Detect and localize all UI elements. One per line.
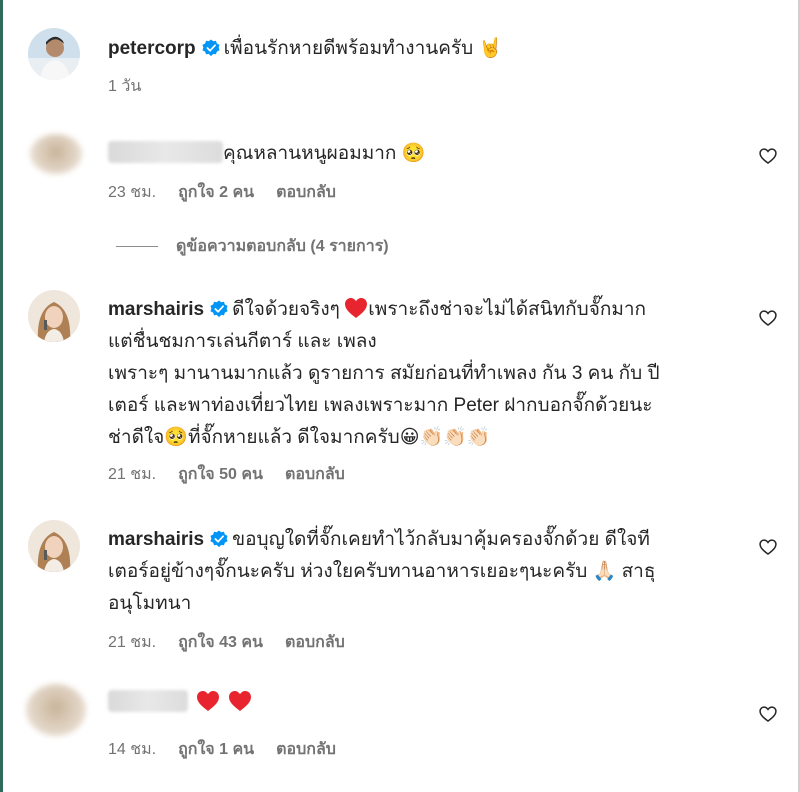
post-caption-text: เพื่อนรักหายดีพร้อมทำงานครับ 🤘 — [223, 38, 503, 59]
avatar[interactable] — [26, 684, 86, 736]
avatar[interactable] — [28, 520, 80, 572]
comment-text-line: แต่ชื่นชมการเล่นกีตาร์ และ เพลง — [108, 331, 377, 352]
comment-text-line: ช่าดีใจ🥺ที่จั๊กหายแล้ว ดีใจมากครับ😀👏🏻👏🏻👏… — [108, 427, 491, 448]
red-heart-icon — [197, 691, 219, 711]
view-replies-button[interactable]: ดูข้อความตอบกลับ (4 รายการ) — [116, 234, 389, 259]
comment-likes-link[interactable]: ถูกใจ 1 คน — [178, 737, 254, 762]
avatar[interactable] — [28, 28, 80, 80]
comment-text-line: ดีใจด้วยจริงๆ — [232, 299, 340, 320]
comment-text-line: เพราะๆ มานานมากแล้ว ดูรายการ สมัยก่อนที่… — [108, 363, 660, 384]
comment-time: 23 ชม. — [108, 184, 157, 201]
avatar[interactable] — [30, 134, 82, 174]
heart-outline-icon[interactable] — [758, 704, 778, 724]
window-edge-left — [0, 0, 3, 792]
reply-button[interactable]: ตอบกลับ — [276, 180, 336, 205]
reply-button[interactable]: ตอบกลับ — [285, 462, 345, 487]
view-replies-label: ดูข้อความตอบกลับ (4 รายการ) — [176, 238, 389, 255]
comment-username[interactable]: marshairis — [108, 299, 204, 320]
comment-username-blurred[interactable] — [108, 690, 188, 712]
comment-meta: 14 ชม. ถูกใจ 1 คน ตอบกลับ — [108, 737, 336, 762]
avatar-image-icon — [28, 290, 80, 342]
comment-time: 14 ชม. — [108, 741, 157, 758]
post-username[interactable]: petercorp — [108, 38, 196, 59]
comment-text-line: เตอร์อยู่ข้างๆจั๊กนะครับ ห่วงใยครับทานอา… — [108, 561, 656, 582]
comment-text-line: เพราะถึงช่าจะไม่ได้สนิทกับจั๊กมาก — [368, 299, 647, 320]
comment-time: 21 ชม. — [108, 634, 157, 651]
red-heart-icon — [345, 298, 368, 318]
comment-text-line: ขอบุญใดที่จั๊กเคยทำไว้กลับมาคุ้มครองจั๊ก… — [232, 529, 650, 550]
red-heart-icon — [229, 691, 251, 711]
reply-button[interactable]: ตอบกลับ — [285, 630, 345, 655]
avatar[interactable] — [28, 290, 80, 342]
comment-text-line: อนุโมทนา — [108, 593, 192, 614]
comment-meta: 23 ชม. ถูกใจ 2 คน ตอบกลับ — [108, 180, 336, 205]
reply-button[interactable]: ตอบกลับ — [276, 737, 336, 762]
comment-username-blurred[interactable] — [108, 141, 223, 163]
comment-time: 21 ชม. — [108, 466, 157, 483]
verified-badge-icon — [202, 39, 220, 57]
comment-username[interactable]: marshairis — [108, 529, 204, 550]
comment-likes-link[interactable]: ถูกใจ 50 คน — [178, 462, 263, 487]
verified-badge-icon — [210, 300, 228, 318]
comment-text: คุณหลานหนูผอมมาก 🥺 — [223, 143, 426, 164]
comment-likes-link[interactable]: ถูกใจ 43 คน — [178, 630, 263, 655]
heart-outline-icon[interactable] — [758, 537, 778, 557]
comment-text-line: เตอร์ และพาท่องเที่ยวไทย เพลงเพราะมาก Pe… — [108, 395, 653, 416]
heart-outline-icon[interactable] — [758, 308, 778, 328]
avatar-image-icon — [28, 520, 80, 572]
comment-likes-link[interactable]: ถูกใจ 2 คน — [178, 180, 254, 205]
comment-meta: 21 ชม. ถูกใจ 50 คน ตอบกลับ — [108, 462, 345, 487]
comment-meta: 21 ชม. ถูกใจ 43 คน ตอบกลับ — [108, 630, 345, 655]
avatar-image-icon — [28, 28, 80, 80]
post-meta: 1 วัน — [108, 74, 141, 99]
verified-badge-icon — [210, 530, 228, 548]
post-time: 1 วัน — [108, 78, 142, 95]
heart-outline-icon[interactable] — [758, 146, 778, 166]
view-replies-divider — [116, 246, 158, 247]
